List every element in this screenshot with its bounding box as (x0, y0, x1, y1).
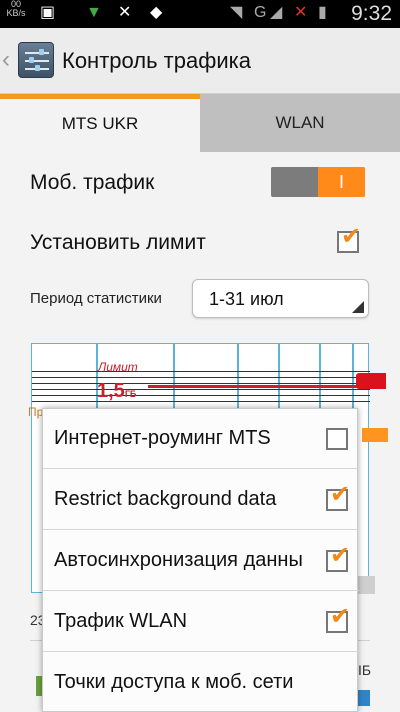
grid-hline (32, 389, 370, 390)
network-speed-unit: KB/s (6, 8, 26, 18)
limit-drag-handle[interactable] (356, 373, 386, 389)
set-limit-label: Установить лимит (30, 231, 206, 254)
tab-mts-ukr[interactable]: MTS UKR (0, 94, 200, 152)
grid-hline (32, 377, 370, 378)
overflow-menu: Интернет-роуминг MTS Restrict background… (42, 408, 359, 712)
limit-label: Лимит (98, 360, 138, 374)
checkmark-icon: ✔ (330, 603, 351, 630)
checkmark-icon: ✔ (330, 542, 351, 569)
menu-item-roaming[interactable]: Интернет-роуминг MTS (43, 409, 359, 469)
set-limit-checkbox[interactable]: ✔ (337, 224, 361, 253)
wlan-traffic-checkbox[interactable]: ✔ (326, 604, 350, 633)
grid-hline (32, 371, 370, 372)
menu-item-label: Трафик WLAN (54, 610, 188, 632)
network-type: G (254, 4, 267, 21)
menu-item-restrict-background[interactable]: Restrict background data ✔ (43, 470, 359, 530)
limit-line (148, 385, 360, 388)
download-icon: ▼ (86, 4, 102, 21)
menu-item-label: Интернет-роуминг MTS (54, 427, 271, 449)
toggle-knob: I (318, 167, 365, 197)
sync-icon: ◆ (150, 4, 163, 21)
usb-icon: ✕ (118, 4, 132, 21)
menu-item-wlan-traffic[interactable]: Трафик WLAN ✔ (43, 592, 359, 652)
grid-hline (32, 395, 370, 396)
signal-icon: ◢ (270, 4, 283, 21)
clock: 9:32 (351, 2, 392, 25)
grid-hline (32, 401, 370, 402)
roaming-checkbox[interactable] (326, 428, 348, 450)
menu-item-label: Автосинхронизация данных (54, 549, 302, 571)
mobile-data-toggle[interactable]: I (271, 167, 365, 197)
tab-wlan[interactable]: WLAN (200, 94, 400, 152)
warning-drag-handle[interactable] (362, 428, 388, 442)
data-usage-app-icon[interactable] (18, 42, 54, 78)
battery-icon: ▮ (318, 4, 327, 21)
network-speed: 00 KB/s (4, 0, 28, 18)
menu-item-access-points[interactable]: Точки доступа к моб. сети (43, 653, 359, 712)
menu-item-label: Точки доступа к моб. сети (54, 671, 294, 693)
wifi-icon: ◥ (230, 4, 243, 21)
tab-bar: MTS UKR WLAN (0, 94, 400, 152)
no-data-icon: ✕ (294, 4, 308, 21)
page-title: Контроль трафика (62, 48, 251, 73)
status-bar: 00 KB/s ▣ ▼ ✕ ◆ ◥ G ◢ ✕ ▮ 9:32 (0, 0, 400, 28)
action-bar: ‹ Контроль трафика (0, 28, 400, 94)
checkmark-icon: ✔ (341, 223, 362, 250)
period-label: Период статистики (30, 290, 162, 307)
usage-bar (358, 690, 370, 706)
auto-sync-checkbox[interactable]: ✔ (326, 543, 350, 572)
grid-hline (32, 383, 370, 384)
limit-value: 1,5ГБ (97, 380, 137, 402)
usage-amount-partial: ІБ (358, 662, 372, 678)
back-chevron-icon[interactable]: ‹ (2, 46, 10, 74)
menu-item-label: Restrict background data (54, 488, 277, 510)
notification-icon: ▣ (40, 4, 56, 21)
mobile-data-label: Моб. трафик (30, 171, 155, 194)
dropdown-corner-icon (352, 301, 364, 313)
checkmark-icon: ✔ (330, 481, 351, 508)
restrict-background-checkbox[interactable]: ✔ (326, 482, 350, 511)
period-value: 1-31 июл (209, 289, 284, 309)
period-select[interactable]: 1-31 июл (192, 279, 369, 318)
menu-item-auto-sync[interactable]: Автосинхронизация данных ✔ (43, 531, 359, 591)
